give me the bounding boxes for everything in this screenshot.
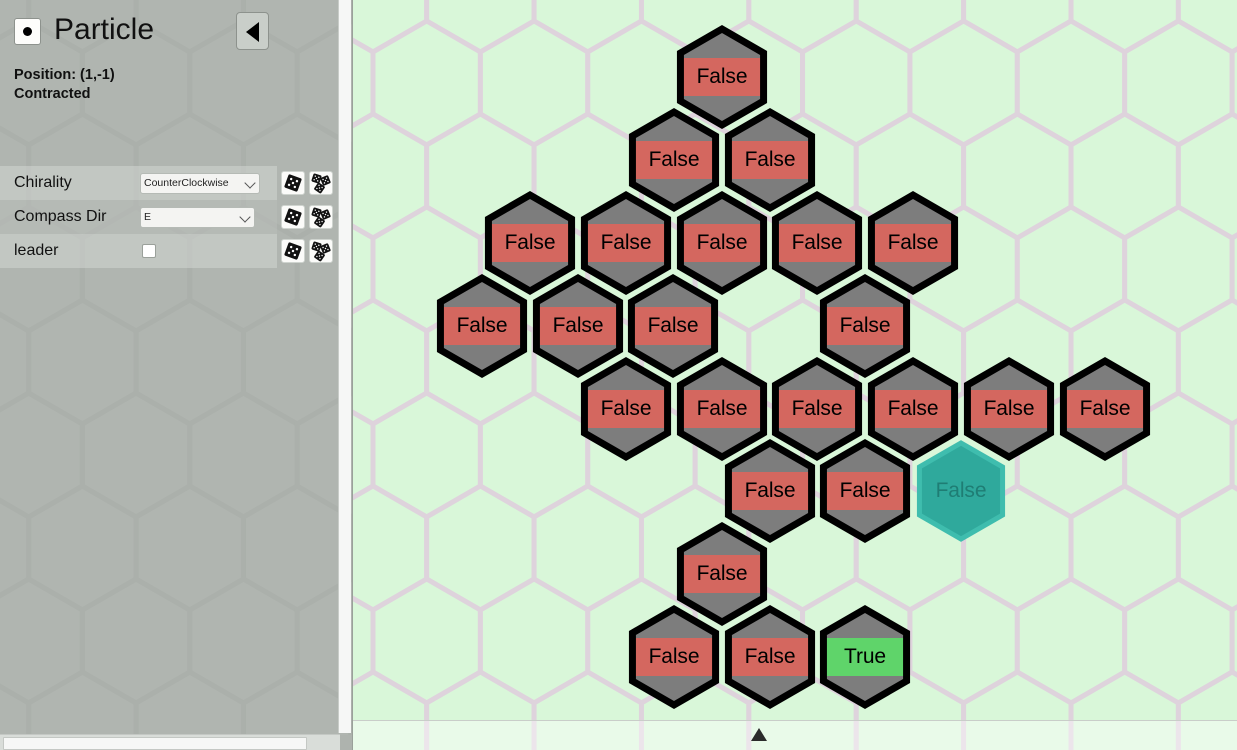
scrollbar-thumb[interactable] bbox=[3, 737, 307, 750]
hex-state-band bbox=[823, 307, 907, 345]
scrollbar-corner bbox=[340, 735, 352, 750]
particle-state: Contracted bbox=[14, 86, 91, 102]
property-checkbox-leader[interactable] bbox=[142, 243, 156, 258]
property-control bbox=[140, 242, 277, 260]
property-table: Chirality CounterClockwiseClockwiseRandom… bbox=[0, 166, 277, 268]
particle-hex[interactable]: False bbox=[628, 604, 720, 710]
sidebar-horizontal-scrollbar[interactable] bbox=[0, 734, 340, 750]
randomize-one-die-icon[interactable] bbox=[281, 239, 305, 263]
property-row: leader bbox=[0, 234, 277, 268]
particle-dot-icon bbox=[14, 18, 41, 45]
hex-state-band bbox=[775, 224, 859, 262]
randomize-one-die-icon[interactable] bbox=[281, 171, 305, 195]
expand-up-triangle-icon[interactable] bbox=[751, 728, 767, 741]
hex-state-band bbox=[967, 390, 1051, 428]
hex-state-band bbox=[823, 638, 907, 676]
app-root: False False False False False False False False… bbox=[0, 0, 1237, 750]
particle-position: Position: (1,-1) bbox=[14, 67, 115, 83]
sidebar-content: Particle Position: (1,-1) Contracted Chi… bbox=[0, 0, 277, 733]
particle-hex[interactable]: False bbox=[436, 273, 528, 379]
particle-hex[interactable]: False bbox=[580, 356, 672, 462]
page-title: Particle bbox=[54, 13, 155, 46]
bottom-panel-handle[interactable] bbox=[353, 720, 1237, 750]
randomize-cell bbox=[277, 234, 340, 268]
hex-state-band bbox=[728, 638, 812, 676]
hex-state-band bbox=[680, 390, 764, 428]
hex-state-band bbox=[823, 472, 907, 510]
sidebar-vertical-scrollbar[interactable] bbox=[338, 0, 351, 733]
hex-grid-canvas[interactable]: False False False False False False False False… bbox=[353, 0, 1237, 750]
hex-state-band bbox=[632, 141, 716, 179]
hex-state-band bbox=[488, 224, 572, 262]
hex-state-band bbox=[775, 390, 859, 428]
particle-hex[interactable]: False bbox=[724, 604, 816, 710]
particle-info: Position: (1,-1) Contracted bbox=[14, 66, 115, 104]
randomize-cell bbox=[277, 166, 340, 200]
sidebar-header: Particle bbox=[0, 0, 277, 62]
property-select-compass-dir[interactable]: ENNENNWWSSWSSERandom bbox=[140, 206, 255, 228]
randomize-one-die-icon[interactable] bbox=[281, 205, 305, 229]
hex-state-band bbox=[871, 390, 955, 428]
hex-state-band bbox=[631, 307, 715, 345]
property-row: Compass Dir ENNENNWWSSWSSERandom bbox=[0, 200, 277, 234]
hex-state-band bbox=[1063, 390, 1147, 428]
property-select-chirality[interactable]: CounterClockwiseClockwiseRandom bbox=[140, 172, 260, 194]
randomize-all-dice-icon[interactable] bbox=[309, 205, 333, 229]
hex-state-band bbox=[680, 224, 764, 262]
particle-hex[interactable]: False bbox=[915, 438, 1007, 544]
randomize-cell bbox=[277, 200, 340, 234]
property-control: CounterClockwiseClockwiseRandom bbox=[140, 172, 277, 194]
hex-state-band bbox=[728, 141, 812, 179]
hex-state-band bbox=[728, 472, 812, 510]
collapse-left-triangle-icon bbox=[246, 22, 259, 42]
randomize-column bbox=[277, 166, 340, 268]
hex-state-band bbox=[871, 224, 955, 262]
hex-state-band bbox=[584, 224, 668, 262]
hex-state-band bbox=[632, 638, 716, 676]
hex-state-band bbox=[680, 555, 764, 593]
randomize-all-dice-icon[interactable] bbox=[309, 239, 333, 263]
property-label: leader bbox=[14, 242, 59, 259]
property-row: Chirality CounterClockwiseClockwiseRandom bbox=[0, 166, 277, 200]
hex-state-band bbox=[440, 307, 524, 345]
property-label: Compass Dir bbox=[14, 208, 107, 225]
particle-hex[interactable]: False bbox=[1059, 356, 1151, 462]
selected-hex-body bbox=[916, 440, 1006, 542]
hex-state-band bbox=[680, 58, 764, 96]
particle-hex[interactable]: False bbox=[819, 438, 911, 544]
particle-hex[interactable]: True bbox=[819, 604, 911, 710]
particle-inspector-sidebar: Particle Position: (1,-1) Contracted Chi… bbox=[0, 0, 353, 750]
collapse-sidebar-button[interactable] bbox=[236, 12, 269, 50]
hex-state-band bbox=[584, 390, 668, 428]
property-control: ENNENNWWSSWSSERandom bbox=[140, 206, 277, 228]
property-label: Chirality bbox=[14, 174, 72, 191]
randomize-all-dice-icon[interactable] bbox=[309, 171, 333, 195]
hex-state-band bbox=[536, 307, 620, 345]
